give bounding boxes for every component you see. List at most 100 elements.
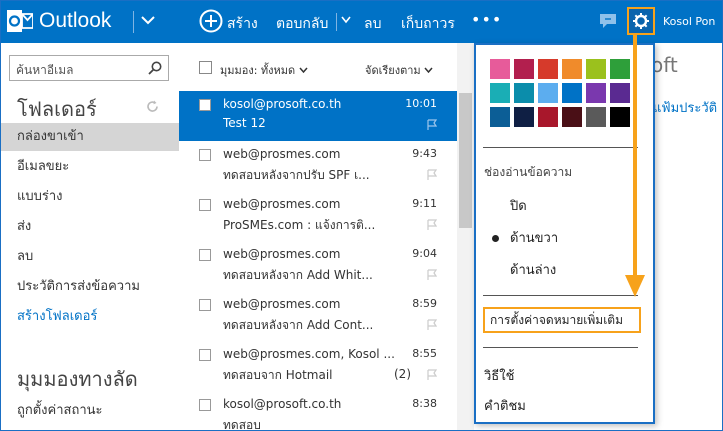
refresh-icon[interactable]	[146, 100, 159, 113]
search-placeholder: ค้นหาอีเมล	[16, 63, 74, 77]
message-row[interactable]: web@prosmes.com, Kosol ... 8:55 ทดสอบจาก…	[179, 341, 457, 391]
theme-swatch[interactable]	[514, 107, 534, 127]
message-checkbox[interactable]	[199, 149, 211, 161]
flag-icon[interactable]	[427, 219, 437, 231]
message-time: 10:01	[405, 97, 437, 110]
chat-icon[interactable]	[599, 13, 617, 29]
message-row[interactable]: kosol@prosoft.co.th 8:38 ทดสอบ	[179, 391, 457, 431]
message-list: มุมมอง: ทั้งหมด จัดเรียงตาม kosol@prosof…	[179, 43, 457, 431]
flag-icon[interactable]	[427, 269, 437, 281]
select-all-checkbox[interactable]	[199, 61, 212, 74]
folder-inbox[interactable]: กล่องขาเข้า	[1, 123, 179, 151]
theme-swatch[interactable]	[490, 59, 510, 79]
folder-drafts[interactable]: แบบร่าง	[1, 183, 179, 211]
theme-swatch[interactable]	[586, 107, 606, 127]
message-time: 9:43	[412, 147, 437, 160]
theme-swatch[interactable]	[538, 107, 558, 127]
reading-pane-bottom-option[interactable]: ด้านล่าง	[510, 259, 556, 280]
chevron-down-icon	[299, 67, 308, 74]
message-subject: ทดสอบหลังจากปรับ SPF เ...	[223, 168, 370, 182]
feedback-link[interactable]: คำติชม	[484, 395, 526, 416]
divider	[483, 347, 638, 348]
message-row[interactable]: web@prosmes.com 8:59 ทดสอบหลังจาก Add Co…	[179, 291, 457, 341]
theme-swatch[interactable]	[514, 83, 534, 103]
message-checkbox[interactable]	[199, 99, 211, 111]
theme-swatch[interactable]	[538, 83, 558, 103]
message-checkbox[interactable]	[199, 349, 211, 361]
chevron-down-icon[interactable]	[141, 15, 155, 25]
message-sender: web@prosmes.com, Kosol ...	[223, 347, 395, 361]
sort-by-label: จัดเรียงตาม	[365, 64, 421, 77]
message-sender: kosol@prosoft.co.th	[223, 97, 342, 111]
message-row[interactable]: web@prosmes.com 9:04 ทดสอบหลังจาก Add Wh…	[179, 241, 457, 291]
folders-heading: โฟลเดอร์	[17, 97, 97, 121]
message-checkbox[interactable]	[199, 199, 211, 211]
brand-name[interactable]: Outlook	[39, 9, 111, 33]
new-button[interactable]: สร้าง	[227, 13, 258, 35]
reading-pane-link[interactable]: แฟ้มประวัติ	[653, 97, 717, 118]
outlook-window: Outlook สร้าง ตอบกลับ ลบ เก็บถาวร ••• Ko…	[0, 0, 723, 431]
top-bar: Outlook สร้าง ตอบกลับ ลบ เก็บถาวร ••• Ko…	[1, 1, 722, 43]
chevron-down-icon[interactable]	[341, 16, 351, 24]
folder-deleted[interactable]: ลบ	[1, 243, 179, 271]
message-time: 8:55	[412, 347, 437, 360]
delete-button[interactable]: ลบ	[364, 13, 381, 35]
gear-icon	[633, 13, 649, 29]
theme-swatch[interactable]	[562, 83, 582, 103]
conversation-count: (2)	[394, 367, 411, 381]
view-filter-label: มุมมอง: ทั้งหมด	[220, 64, 296, 77]
folder-pane: ค้นหาอีเมล โฟลเดอร์ กล่องขาเข้า อีเมลขยะ…	[1, 43, 179, 430]
message-time: 9:04	[412, 247, 437, 260]
message-sender: web@prosmes.com	[223, 297, 341, 311]
message-time: 8:38	[412, 397, 437, 410]
message-subject: ทดสอบหลังจาก Add Cont...	[223, 318, 374, 332]
theme-swatch[interactable]	[490, 83, 510, 103]
message-checkbox[interactable]	[199, 249, 211, 261]
folder-message-history[interactable]: ประวัติการส่งข้อความ	[1, 273, 179, 301]
reading-pane-heading: ช่องอ่านข้อความ	[484, 165, 573, 179]
theme-swatch[interactable]	[586, 59, 606, 79]
theme-swatch[interactable]	[514, 59, 534, 79]
theme-swatch[interactable]	[586, 83, 606, 103]
user-name[interactable]: Kosol Pon	[663, 15, 715, 28]
message-subject: ทดสอบ	[223, 418, 261, 431]
more-button[interactable]: •••	[471, 10, 502, 29]
theme-swatch[interactable]	[562, 59, 582, 79]
reply-button[interactable]: ตอบกลับ	[276, 13, 328, 35]
archive-button[interactable]: เก็บถาวร	[401, 13, 455, 35]
divider	[133, 11, 134, 33]
message-checkbox[interactable]	[199, 299, 211, 311]
scrollbar-thumb[interactable]	[459, 93, 472, 228]
flag-icon[interactable]	[427, 319, 437, 331]
search-icon[interactable]	[148, 61, 162, 75]
theme-swatch[interactable]	[490, 107, 510, 127]
outlook-logo-icon[interactable]	[7, 8, 33, 34]
flag-icon[interactable]	[427, 369, 437, 381]
reading-pane-brand: oft	[651, 53, 678, 77]
folder-sent[interactable]: ส่ง	[1, 213, 179, 241]
divider	[483, 147, 638, 148]
new-folder-link[interactable]: สร้างโฟลเดอร์	[1, 303, 179, 331]
message-checkbox[interactable]	[199, 399, 211, 411]
more-mail-settings-link[interactable]: การตั้งค่าจดหมายเพิ่มเติม	[483, 307, 641, 333]
flag-icon[interactable]	[427, 119, 437, 131]
quick-view-flagged[interactable]: ถูกตั้งค่าสถานะ	[17, 399, 103, 420]
reading-pane-right-option[interactable]: ด้านขวา	[510, 227, 558, 248]
theme-swatch[interactable]	[538, 59, 558, 79]
help-link[interactable]: วิธีใช้	[484, 365, 514, 386]
message-row[interactable]: web@prosmes.com 9:11 ProSMEs.com : แจ้งก…	[179, 191, 457, 241]
message-row[interactable]: kosol@prosoft.co.th 10:01 Test 12	[179, 91, 457, 141]
message-row[interactable]: web@prosmes.com 9:43 ทดสอบหลังจากปรับ SP…	[179, 141, 457, 191]
message-subject: ทดสอบหลังจาก Add Whit...	[223, 268, 373, 282]
settings-button[interactable]	[627, 7, 655, 35]
message-sender: web@prosmes.com	[223, 147, 341, 161]
plus-circle-icon[interactable]	[199, 9, 223, 33]
message-subject: ProSMEs.com : แจ้งการติ...	[223, 218, 376, 232]
search-input[interactable]: ค้นหาอีเมล	[9, 55, 169, 81]
view-filter[interactable]: มุมมอง: ทั้งหมด	[220, 61, 308, 79]
reading-pane-off-option[interactable]: ปิด	[510, 195, 527, 216]
theme-swatch[interactable]	[562, 107, 582, 127]
flag-icon[interactable]	[427, 169, 437, 181]
folder-junk[interactable]: อีเมลขยะ	[1, 153, 179, 181]
sort-by[interactable]: จัดเรียงตาม	[365, 61, 433, 79]
